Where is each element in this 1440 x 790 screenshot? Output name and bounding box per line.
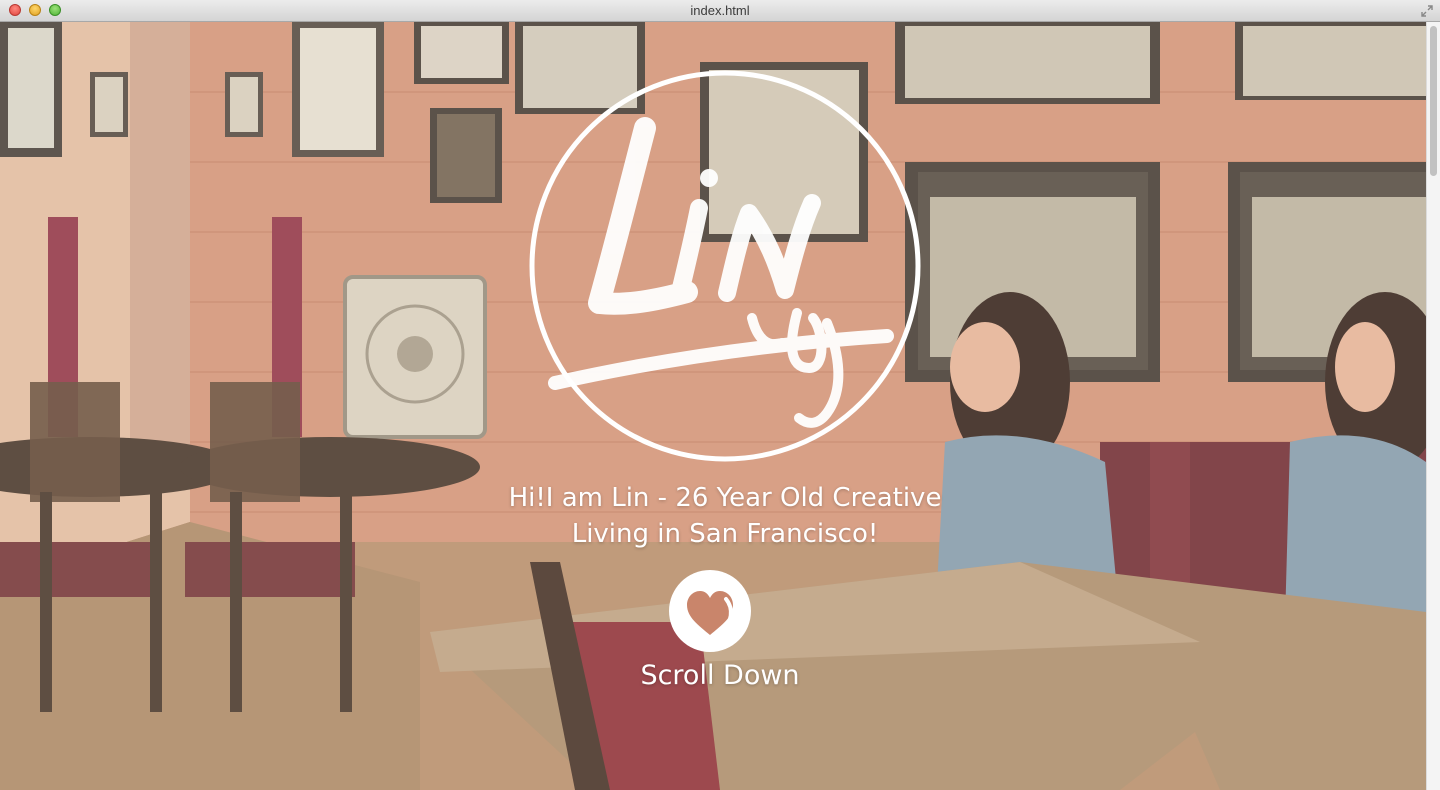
scrollbar-thumb[interactable] (1430, 26, 1437, 176)
heart-icon (669, 570, 751, 652)
scroll-down-button[interactable]: Scroll Down (600, 569, 840, 699)
title-bar: index.html (0, 0, 1440, 22)
page-viewport: Hi!I am Lin - 26 Year Old Creative Livin… (0, 22, 1440, 790)
intro-tagline: Hi!I am Lin - 26 Year Old Creative Livin… (425, 480, 1025, 552)
scroll-down-label: Scroll Down (640, 660, 800, 691)
hero-section: Hi!I am Lin - 26 Year Old Creative Livin… (0, 22, 1426, 790)
window-title: index.html (690, 3, 750, 18)
lin-signature-logo (529, 70, 921, 462)
vertical-scrollbar[interactable] (1426, 22, 1440, 790)
tagline-line-1: Hi!I am Lin - 26 Year Old Creative (508, 483, 942, 513)
tagline-line-2: Living in San Francisco! (571, 519, 879, 549)
fullscreen-icon[interactable] (1420, 4, 1434, 18)
browser-window: index.html Hi!I am Lin - 26 Year Old Cre… (0, 0, 1440, 790)
